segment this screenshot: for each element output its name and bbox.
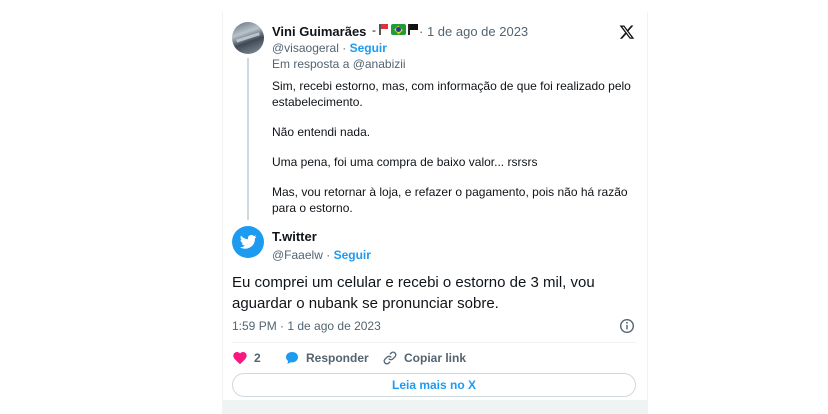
tweet-paragraph: Não entendi nada. bbox=[272, 125, 371, 139]
red-flag-icon bbox=[379, 24, 388, 35]
author-handle[interactable]: @Faaelw bbox=[272, 248, 323, 262]
tweet-paragraph: Uma pena, foi uma compra de baixo valor.… bbox=[272, 155, 538, 169]
badge-separator: - bbox=[372, 23, 376, 37]
tweet-date[interactable]: · 1 de ago de 2023 bbox=[419, 24, 528, 39]
author-handle-row: @Faaelw · Seguir bbox=[272, 248, 371, 262]
speech-bubble-icon bbox=[286, 352, 298, 364]
tweet-timestamp[interactable]: 1:59 PM · 1 de ago de 2023 bbox=[232, 319, 381, 333]
name-badges: - bbox=[372, 23, 418, 37]
copy-link-button[interactable]: Copiar link bbox=[382, 349, 466, 367]
reply-context[interactable]: Em resposta a @anabizii bbox=[272, 57, 406, 71]
info-icon[interactable] bbox=[619, 318, 635, 334]
like-count: 2 bbox=[254, 351, 261, 365]
twitter-bird-icon bbox=[239, 235, 257, 249]
reply-button[interactable]: Responder bbox=[284, 349, 369, 367]
avatar[interactable] bbox=[232, 22, 264, 54]
link-icon bbox=[383, 351, 397, 365]
card-bottom-edge bbox=[222, 400, 648, 414]
tweet-paragraph: Mas, vou retornar à loja, e refazer o pa… bbox=[272, 185, 628, 215]
author-name[interactable]: Vini Guimarães bbox=[272, 24, 366, 39]
separator-dot: · bbox=[342, 41, 347, 55]
heart-icon bbox=[233, 352, 247, 365]
x-logo-icon[interactable] bbox=[619, 24, 635, 40]
follow-button[interactable]: Seguir bbox=[350, 41, 387, 55]
tweet-text: Eu comprei um celular e recebi o estorno… bbox=[232, 274, 595, 312]
brazil-flag-icon bbox=[391, 24, 407, 35]
separator-dot: · bbox=[326, 248, 331, 262]
avatar[interactable] bbox=[232, 226, 264, 258]
reply-label: Responder bbox=[306, 351, 369, 365]
tweet-text: Sim, recebi estorno, mas, com informação… bbox=[272, 78, 634, 216]
author-handle-row: @visaogeral · Seguir bbox=[272, 41, 387, 55]
author-handle[interactable]: @visaogeral bbox=[272, 41, 339, 55]
thread-connector-line bbox=[247, 58, 249, 220]
follow-button[interactable]: Seguir bbox=[334, 248, 371, 262]
like-button[interactable]: 2 bbox=[232, 349, 261, 367]
read-more-button[interactable]: Leia mais no X bbox=[232, 373, 636, 397]
black-flag-icon bbox=[408, 24, 418, 35]
divider bbox=[232, 342, 636, 343]
copy-link-label: Copiar link bbox=[404, 351, 467, 365]
tweet-paragraph: Sim, recebi estorno, mas, com informação… bbox=[272, 79, 631, 109]
author-name[interactable]: T.witter bbox=[272, 229, 317, 244]
